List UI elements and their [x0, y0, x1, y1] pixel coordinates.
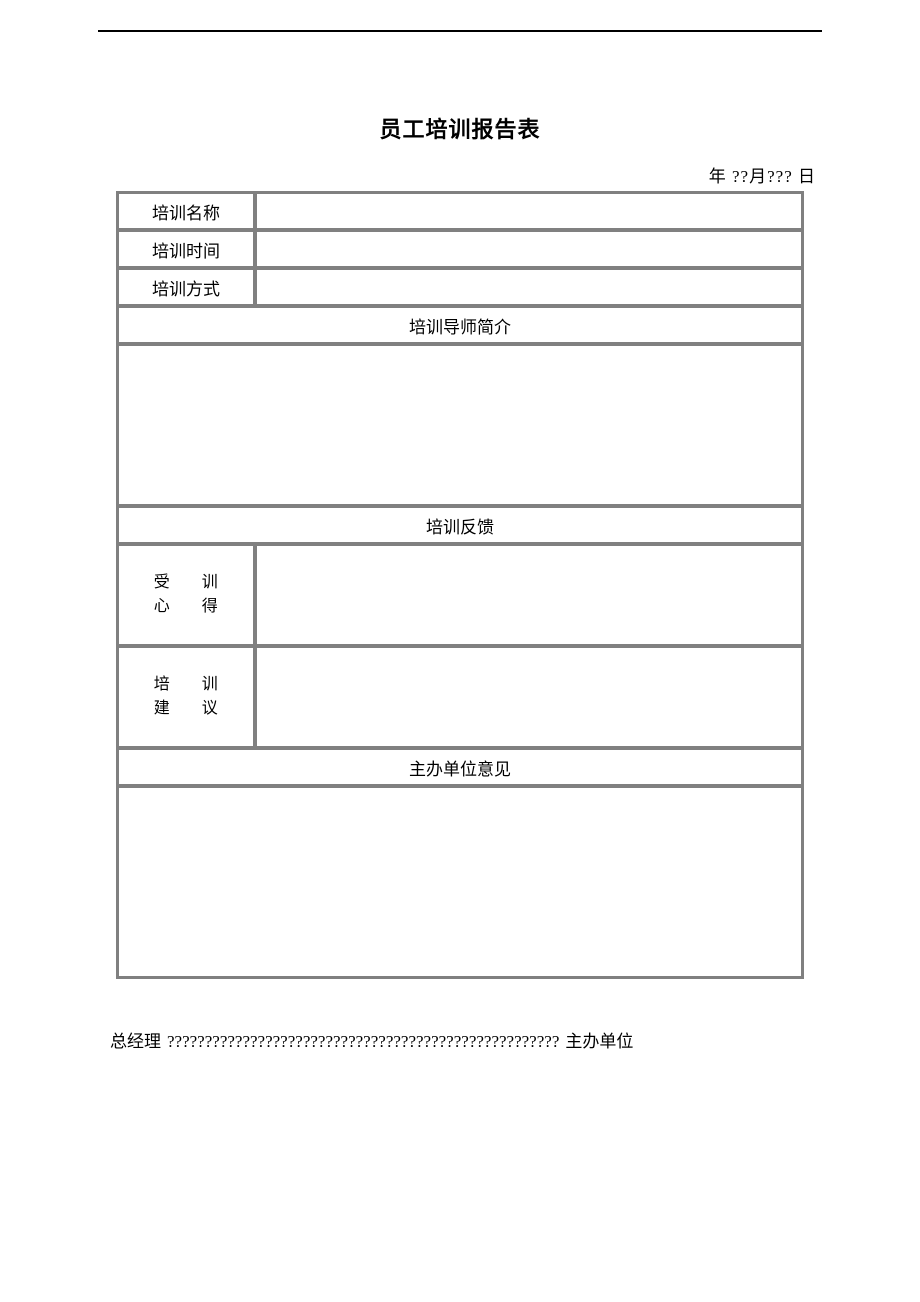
footer-gm-label: 总经理 [110, 1032, 161, 1051]
section-organizer-opinion: 主办单位意见 [118, 749, 802, 785]
page-title: 员工培训报告表 [90, 112, 830, 144]
training-report-table: 培训名称 培训时间 培训方式 培训导师简介 培训反馈 受 训 [116, 191, 804, 979]
value-training-suggestion[interactable] [256, 647, 802, 747]
label-trainee-notes: 受 训 心 得 [118, 545, 254, 645]
footer-placeholder: ????????????????????????????????????????… [167, 1032, 559, 1051]
table-row: 主办单位意见 [118, 749, 802, 785]
instructor-intro-content[interactable] [118, 345, 802, 505]
table-row: 培训导师简介 [118, 307, 802, 343]
top-horizontal-rule [98, 30, 822, 32]
organizer-opinion-content[interactable] [118, 787, 802, 977]
label-training-name: 培训名称 [118, 193, 254, 229]
value-training-name[interactable] [256, 193, 802, 229]
section-instructor-intro: 培训导师简介 [118, 307, 802, 343]
table-row: 培 训 建 议 [118, 647, 802, 747]
char: 受 [138, 571, 186, 595]
char: 训 [186, 673, 234, 697]
table-row [118, 787, 802, 977]
section-feedback: 培训反馈 [118, 507, 802, 543]
table-row [118, 345, 802, 505]
label-training-suggestion: 培 训 建 议 [118, 647, 254, 747]
table-row: 培训名称 [118, 193, 802, 229]
char: 得 [186, 595, 234, 619]
value-training-method[interactable] [256, 269, 802, 305]
table-row: 受 训 心 得 [118, 545, 802, 645]
footer-signature-line: 总经理?????????????????????????????????????… [110, 1027, 810, 1052]
label-training-time: 培训时间 [118, 231, 254, 267]
table-row: 培训时间 [118, 231, 802, 267]
char: 训 [186, 571, 234, 595]
footer-org-label: 主办单位 [565, 1032, 633, 1051]
char: 议 [186, 697, 234, 721]
table-row: 培训方式 [118, 269, 802, 305]
value-training-time[interactable] [256, 231, 802, 267]
char: 心 [138, 595, 186, 619]
label-training-method: 培训方式 [118, 269, 254, 305]
table-row: 培训反馈 [118, 507, 802, 543]
char: 建 [138, 697, 186, 721]
value-trainee-notes[interactable] [256, 545, 802, 645]
char: 培 [138, 673, 186, 697]
date-line: 年 ??月??? 日 [90, 162, 830, 187]
